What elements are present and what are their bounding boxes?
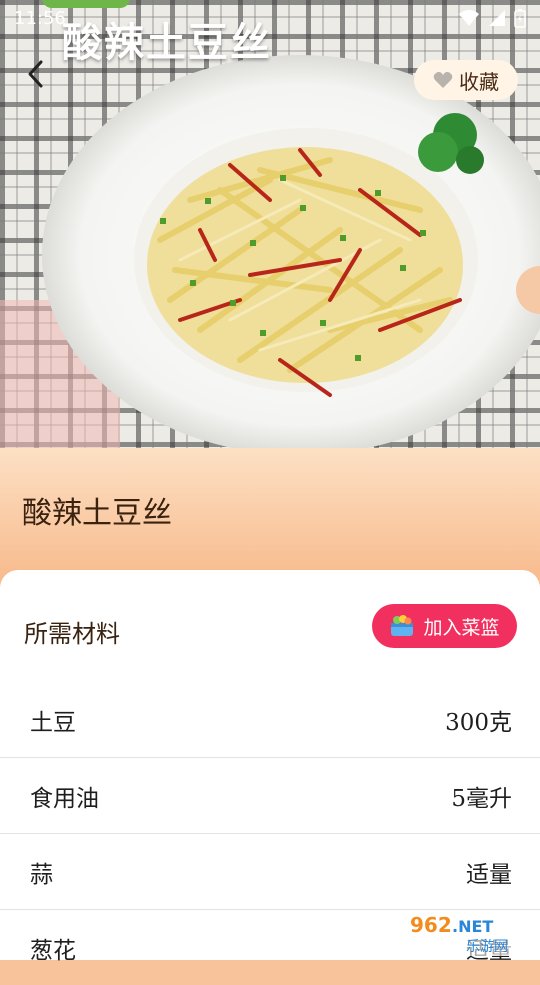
svg-text:962: 962	[410, 913, 452, 937]
status-icons	[458, 8, 526, 28]
favorite-label: 收藏	[459, 69, 499, 94]
back-button[interactable]	[18, 56, 54, 92]
ingredient-name: 蒜	[30, 861, 53, 888]
wifi-icon	[459, 10, 479, 26]
ingredient-name: 食用油	[30, 785, 99, 812]
add-to-basket-label: 加入菜篮	[423, 616, 500, 639]
ingredient-row: 蒜 适量	[0, 834, 540, 910]
favorite-button[interactable]: 收藏	[414, 60, 518, 100]
add-to-basket-button[interactable]: 加入菜篮	[372, 604, 517, 648]
ingredient-name: 土豆	[30, 709, 76, 736]
ingredient-row: 食用油 5毫升	[0, 758, 540, 834]
heart-icon	[433, 71, 453, 88]
svg-text:.NET: .NET	[452, 917, 493, 936]
status-bar: 11:56	[0, 0, 540, 36]
ingredient-amount: 300克	[445, 709, 512, 736]
recipe-title: 酸辣土豆丝	[22, 496, 172, 531]
ingredients-card: 所需材料 加入菜篮 土豆 300克 食用油 5毫升 蒜 适量 葱花 适量	[0, 570, 540, 964]
watermark-logo: 962 .NET 乐游网	[402, 910, 534, 956]
ingredient-name: 葱花	[30, 937, 76, 964]
ingredient-row: 土豆 300克	[0, 682, 540, 758]
ingredients-section-title: 所需材料	[24, 620, 120, 648]
ingredient-amount: 适量	[466, 861, 512, 888]
basket-icon	[391, 615, 414, 636]
battery-icon	[514, 9, 526, 28]
status-time: 11:56	[14, 7, 66, 29]
ingredient-amount: 5毫升	[451, 785, 512, 812]
svg-text:乐游网: 乐游网	[466, 939, 508, 955]
signal-icon	[489, 10, 505, 26]
chevron-left-icon	[28, 60, 43, 88]
